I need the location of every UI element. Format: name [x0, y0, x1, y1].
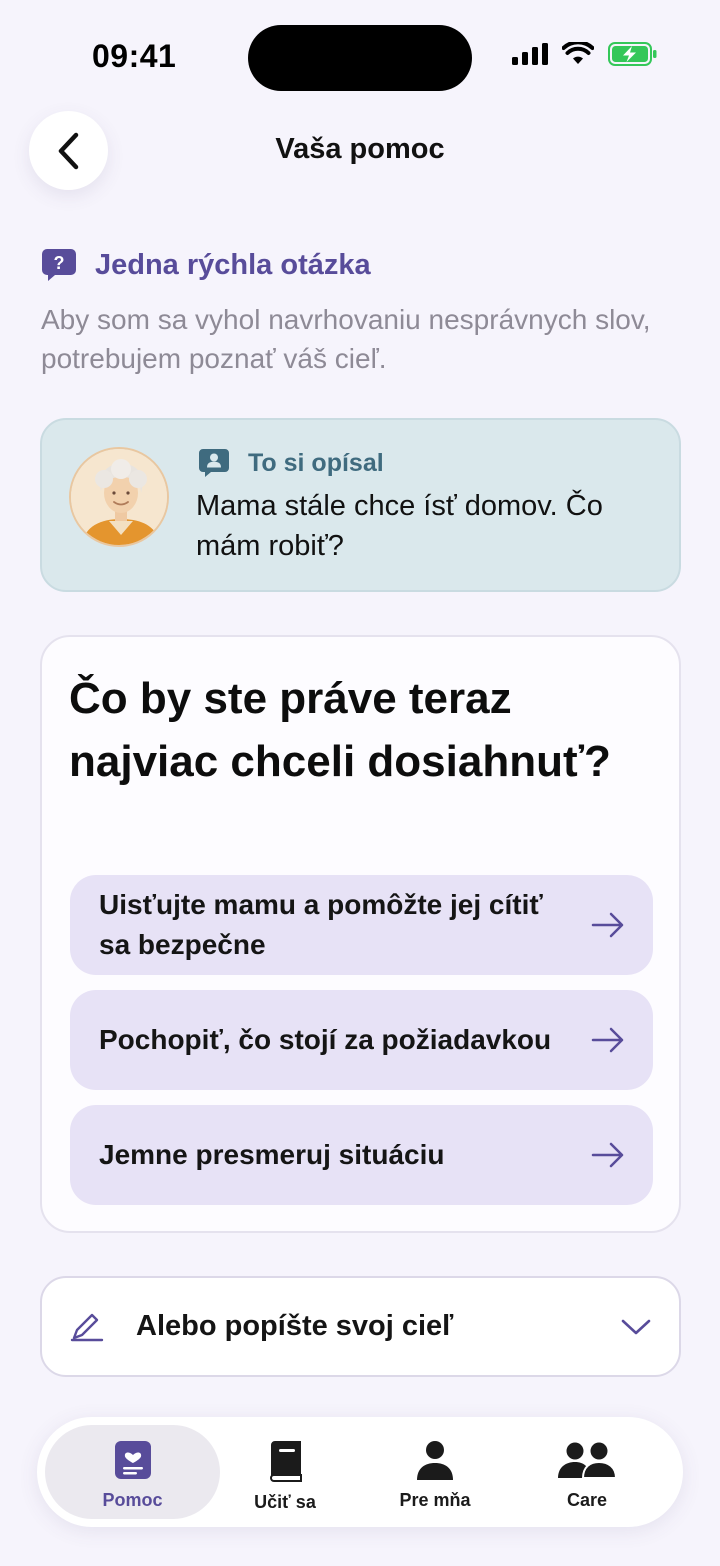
- dynamic-island: [248, 25, 472, 91]
- custom-goal-button[interactable]: Alebo popíšte svoj cieľ: [40, 1276, 681, 1377]
- page-title: Vaša pomoc: [275, 133, 445, 165]
- care-notebook-icon: [114, 1441, 151, 1479]
- cellular-signal-icon: [512, 43, 548, 65]
- book-icon: [269, 1441, 302, 1482]
- described-situation-card: To si opísal Mama stále chce ísť domov. …: [40, 418, 681, 592]
- goal-option-understand[interactable]: Pochopiť, čo stojí za požiadavkou: [70, 990, 653, 1090]
- tab-label: Care: [566, 1490, 608, 1510]
- question-bubble-icon: ?: [42, 249, 76, 281]
- tab-care[interactable]: Care: [507, 1425, 667, 1519]
- tab-pomoc[interactable]: Pomoc: [45, 1425, 220, 1519]
- tab-label: Učiť sa: [254, 1492, 316, 1512]
- described-label: To si opísal: [248, 448, 384, 477]
- goal-question: Čo by ste práve teraz najviac chceli dos…: [69, 674, 611, 786]
- tab-bar: Pomoc Učiť sa Pre mňa Care: [37, 1417, 683, 1527]
- custom-goal-label: Alebo popíšte svoj cieľ: [136, 1310, 454, 1342]
- battery-charging-icon: [608, 42, 657, 66]
- tab-label: Pre mňa: [399, 1490, 471, 1510]
- described-text: Mama stále chce ísť domov. Čo mám robiť?: [196, 490, 603, 562]
- arrow-right-icon: [591, 912, 624, 938]
- goal-option-reassure[interactable]: Uisťujte mamu a pomôžte jej cítiť sa bez…: [70, 875, 653, 975]
- question-header: ? Jedna rýchla otázka: [41, 248, 371, 282]
- svg-text:?: ?: [54, 253, 65, 273]
- question-title: Jedna rýchla otázka: [95, 248, 371, 281]
- option-label: Pochopiť, čo stojí za požiadavkou: [99, 1024, 552, 1055]
- status-time: 09:41: [92, 38, 177, 74]
- tab-label: Pomoc: [102, 1490, 163, 1510]
- status-bar: 09:41: [0, 0, 720, 110]
- goal-card: Čo by ste práve teraz najviac chceli dos…: [40, 635, 681, 1233]
- arrow-right-icon: [591, 1142, 624, 1168]
- option-label: Uisťujte mamu a pomôžte jej cítiť sa bez…: [99, 889, 543, 960]
- goal-option-redirect[interactable]: Jemne presmeruj situáciu: [70, 1105, 653, 1205]
- people-icon: [558, 1442, 616, 1479]
- person-icon: [417, 1441, 453, 1480]
- tab-pre-mna[interactable]: Pre mňa: [355, 1425, 515, 1519]
- user-speech-bubble-icon: [199, 449, 229, 477]
- arrow-right-icon: [591, 1027, 624, 1053]
- described-label-row: To si opísal: [198, 448, 384, 478]
- question-description: Aby som sa vyhol navrhovaniu nesprávnych…: [41, 304, 651, 374]
- option-label: Jemne presmeruj situáciu: [99, 1139, 445, 1170]
- chevron-down-icon: [621, 1319, 651, 1334]
- avatar: [69, 447, 169, 547]
- wifi-icon: [562, 42, 594, 64]
- status-icons: [512, 42, 658, 66]
- pencil-icon: [70, 1313, 104, 1341]
- tab-ucit-sa[interactable]: Učiť sa: [205, 1425, 365, 1519]
